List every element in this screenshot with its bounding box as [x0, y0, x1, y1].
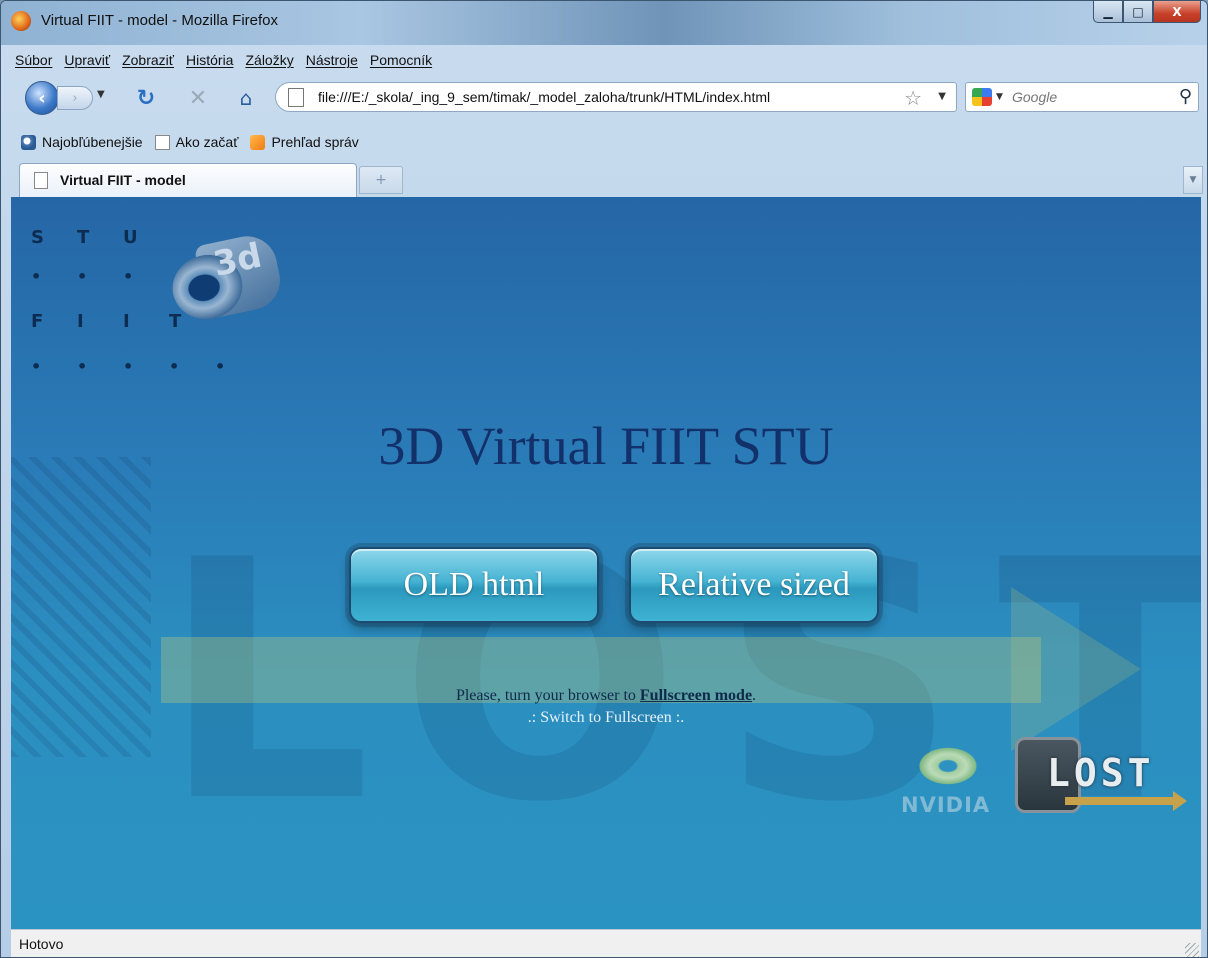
url-text[interactable]: file:///E:/_skola/_ing_9_sem/timak/_mode…: [318, 89, 770, 105]
switch-fullscreen-link[interactable]: .: Switch to Fullscreen :.: [528, 709, 684, 726]
logo-dots: • • • • •: [31, 357, 226, 376]
page-icon: [154, 134, 170, 150]
bookmark-star-icon[interactable]: ☆: [904, 86, 922, 110]
firefox-icon: [11, 11, 31, 31]
tab-strip: Virtual FIIT - model + ▼: [1, 159, 1207, 197]
window-controls: ▁ □ X: [1093, 1, 1201, 23]
logo-letter: S: [31, 227, 44, 248]
search-folder-icon: [21, 134, 36, 150]
logo-letter: T: [77, 227, 90, 248]
lost-arrow-bar: [1065, 797, 1177, 805]
title-bar: Virtual FIIT - model - Mozilla Firefox ▁…: [1, 1, 1207, 45]
old-html-button[interactable]: OLD html: [349, 547, 599, 623]
relative-sized-button[interactable]: Relative sized: [629, 547, 879, 623]
menu-help[interactable]: Pomocník: [368, 50, 434, 70]
bookmarks-toolbar: Najobľúbenejšie Ako začať Prehľad správ: [21, 131, 359, 153]
menu-history[interactable]: História: [184, 50, 235, 70]
url-bar[interactable]: file:///E:/_skola/_ing_9_sem/timak/_mode…: [275, 82, 957, 112]
status-text: Hotovo: [19, 936, 64, 952]
reload-icon[interactable]: ↻: [133, 85, 159, 111]
page-icon: [288, 88, 304, 107]
stu-fiit-logo: S T U • • • F I I T • • • • • 3d: [31, 227, 286, 387]
close-button[interactable]: X: [1153, 1, 1201, 23]
lost-arrowhead: [1173, 791, 1187, 811]
google-icon[interactable]: [972, 88, 992, 106]
new-tab-button[interactable]: +: [359, 166, 403, 194]
stop-icon[interactable]: ✕: [185, 85, 211, 111]
menu-bar: Súbor Upraviť Zobraziť História Záložky …: [13, 47, 434, 73]
window-title: Virtual FIIT - model - Mozilla Firefox: [41, 12, 279, 29]
search-placeholder[interactable]: Google: [1012, 89, 1057, 105]
logo-letter: I: [77, 311, 84, 332]
bookmark-label: Najobľúbenejšie: [42, 134, 143, 150]
forward-arrow-icon: ›: [72, 90, 78, 106]
bookmark-news-feed[interactable]: Prehľad správ: [250, 134, 359, 150]
search-bar[interactable]: ▼ Google ⚲: [965, 82, 1199, 112]
minimize-button[interactable]: ▁: [1093, 1, 1123, 23]
maximize-button[interactable]: □: [1123, 1, 1153, 23]
bookmark-label: Ako začať: [175, 134, 239, 150]
nvidia-eye-icon: [915, 745, 981, 787]
forward-button[interactable]: ›: [57, 86, 93, 110]
back-arrow-icon: ‹: [38, 87, 46, 109]
fullscreen-mode-link[interactable]: Fullscreen mode: [640, 687, 752, 704]
lost-logo-text: LOST: [1047, 751, 1155, 795]
page-content: LOST S T U • • • F I I T • • • • • 3d 3D Vir: [11, 197, 1201, 929]
menu-bookmarks[interactable]: Záložky: [243, 50, 295, 70]
notice-prefix: Please, turn your browser to: [455, 687, 640, 704]
tab-label: Virtual FIIT - model: [60, 172, 186, 188]
bookmark-most-visited[interactable]: Najobľúbenejšie: [21, 134, 143, 150]
notice-suffix: .: [752, 687, 757, 704]
bookmark-label: Prehľad správ: [271, 134, 359, 150]
menu-view[interactable]: Zobraziť: [120, 50, 176, 70]
logo-letter: I: [123, 311, 130, 332]
3d-logo-icon: 3d: [163, 223, 289, 334]
page-icon: [34, 172, 48, 189]
fullscreen-notice: Please, turn your browser to Fullscreen …: [11, 685, 1201, 729]
menu-edit[interactable]: Upraviť: [62, 50, 112, 70]
home-icon[interactable]: ⌂: [233, 85, 259, 111]
logo-letter: F: [31, 311, 44, 332]
status-bar: Hotovo: [11, 929, 1201, 957]
history-dropdown-icon[interactable]: ▼: [97, 89, 105, 100]
nvidia-logo: NVIDIA: [897, 737, 1007, 827]
nvidia-logo-text: NVIDIA: [901, 793, 991, 817]
tab-virtual-fiit[interactable]: Virtual FIIT - model: [19, 163, 357, 197]
url-dropdown-icon[interactable]: ▼: [938, 91, 946, 102]
rss-icon: [250, 134, 266, 150]
plus-icon: +: [375, 172, 387, 188]
menu-file[interactable]: Súbor: [13, 50, 54, 70]
navigation-toolbar: ‹ › ▼ ↻ ✕ ⌂ file:///E:/_skola/_ing_9_sem…: [11, 79, 1201, 117]
resize-grip-icon[interactable]: [1185, 943, 1199, 957]
chevron-down-icon: ▼: [1189, 175, 1197, 185]
browser-window: Virtual FIIT - model - Mozilla Firefox ▁…: [0, 0, 1208, 958]
search-engine-dropdown-icon[interactable]: ▼: [996, 92, 1003, 102]
bookmark-getting-started[interactable]: Ako začať: [154, 134, 239, 150]
tab-list-button[interactable]: ▼: [1183, 166, 1203, 194]
menu-tools[interactable]: Nástroje: [304, 50, 360, 70]
page-title: 3D Virtual FIIT STU: [378, 416, 834, 476]
logo-dots: • • •: [31, 267, 134, 286]
lost-logo: LOST: [1015, 737, 1195, 817]
search-icon[interactable]: ⚲: [1179, 86, 1192, 107]
back-button[interactable]: ‹: [25, 81, 59, 115]
